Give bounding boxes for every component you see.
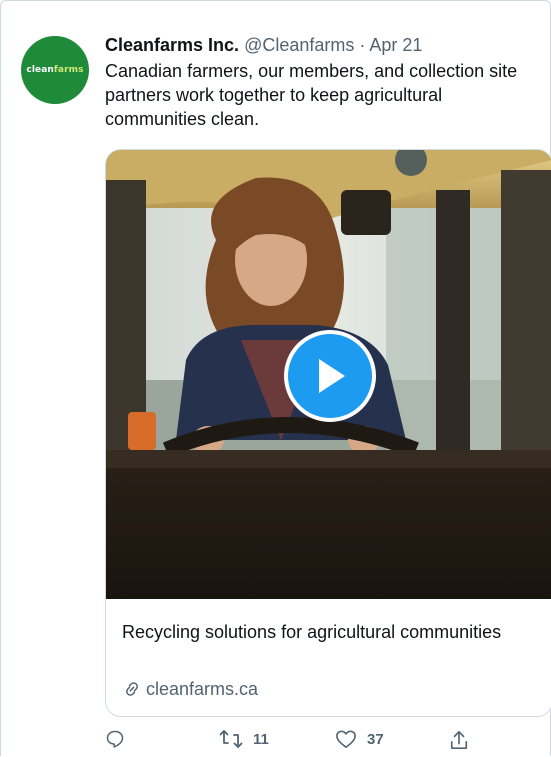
play-icon: [319, 359, 345, 393]
reply-icon: [106, 730, 124, 748]
handle-and-date[interactable]: @Cleanfarms · Apr 21: [244, 35, 422, 55]
reply-button[interactable]: [105, 729, 135, 749]
tweet[interactable]: cleanfarms Cleanfarms Inc. @Cleanfarms ·…: [0, 0, 551, 756]
retweet-button[interactable]: 11: [219, 729, 269, 749]
share-button[interactable]: [449, 729, 479, 751]
heart-icon: [336, 730, 356, 748]
share-icon: [450, 731, 468, 750]
tweet-actions: 11 37: [105, 729, 545, 755]
card-domain-link[interactable]: cleanfarms.ca: [122, 676, 258, 702]
like-count: 37: [367, 730, 384, 748]
display-name[interactable]: Cleanfarms Inc.: [105, 35, 239, 55]
cleanfarms-logo: cleanfarms: [26, 65, 84, 75]
tweet-header: Cleanfarms Inc. @Cleanfarms · Apr 21: [105, 33, 422, 57]
link-icon: [126, 682, 138, 696]
play-button[interactable]: [284, 330, 376, 422]
like-button[interactable]: 37: [335, 729, 384, 749]
card-info[interactable]: Recycling solutions for agricultural com…: [106, 599, 551, 716]
avatar[interactable]: cleanfarms: [21, 36, 89, 104]
link-card[interactable]: Recycling solutions for agricultural com…: [105, 149, 551, 717]
video-thumbnail[interactable]: [106, 150, 551, 599]
retweet-icon: [219, 730, 243, 748]
card-title: Recycling solutions for agricultural com…: [122, 622, 502, 642]
card-domain: cleanfarms.ca: [146, 679, 259, 699]
tweet-text: Canadian farmers, our members, and colle…: [105, 61, 518, 129]
retweet-count: 11: [253, 730, 269, 748]
